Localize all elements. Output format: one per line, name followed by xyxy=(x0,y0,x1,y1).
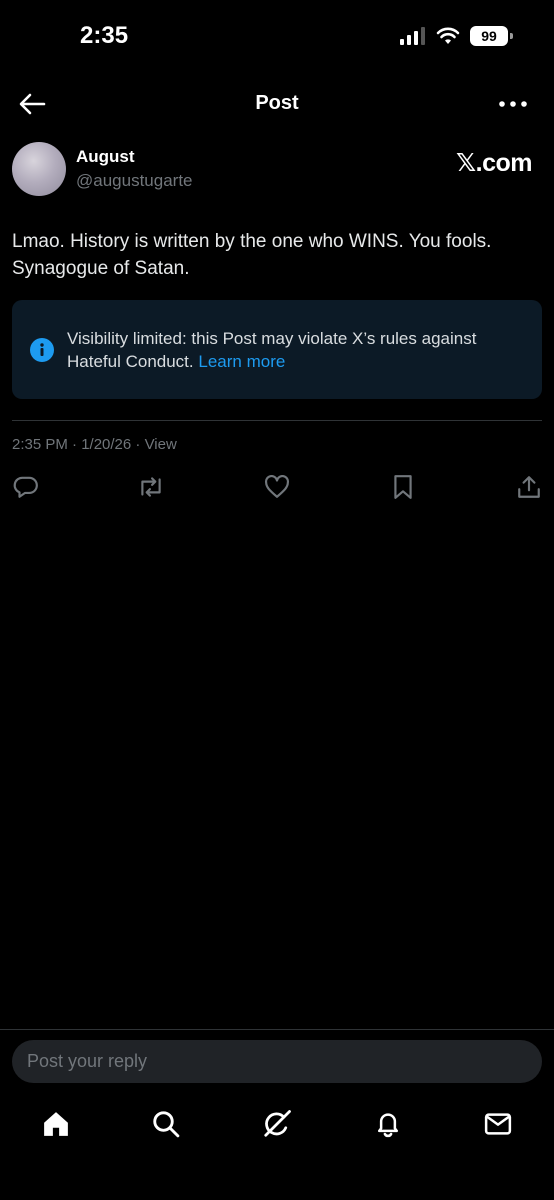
notifications-icon[interactable] xyxy=(372,1108,404,1140)
wifi-icon xyxy=(436,27,460,44)
bottom-divider xyxy=(0,1029,554,1030)
post-timestamp: 2:35 PM · 1/20/26 · View xyxy=(12,436,177,453)
divider xyxy=(12,420,542,421)
home-icon[interactable] xyxy=(40,1108,72,1140)
bookmark-icon[interactable] xyxy=(388,472,418,502)
battery-indicator: 99 xyxy=(470,26,513,46)
messages-icon[interactable] xyxy=(482,1108,514,1140)
grok-icon[interactable] xyxy=(261,1108,293,1140)
status-icons: 99 xyxy=(400,26,513,46)
share-icon[interactable] xyxy=(514,472,544,502)
author-name[interactable]: August xyxy=(76,147,135,167)
cellular-signal-icon xyxy=(400,27,425,45)
repost-icon[interactable] xyxy=(136,472,166,502)
post-text: Lmao. History is written by the one who … xyxy=(12,231,492,279)
notice-text: Visibility limited: this Post may violat… xyxy=(67,327,532,373)
status-time: 2:35 xyxy=(80,22,129,49)
learn-more-link[interactable]: Learn more xyxy=(198,352,285,371)
action-bar xyxy=(0,472,554,502)
info-icon xyxy=(30,338,54,362)
battery-level: 99 xyxy=(481,28,497,44)
avatar[interactable] xyxy=(12,142,66,196)
reply-input[interactable]: Post your reply xyxy=(12,1040,542,1083)
xcom-watermark: 𝕏.com xyxy=(456,149,533,177)
page-title: Post xyxy=(255,92,299,114)
search-icon[interactable] xyxy=(150,1108,182,1140)
like-icon[interactable] xyxy=(262,472,292,502)
author-handle[interactable]: @augustugarte xyxy=(76,171,193,191)
reply-icon[interactable] xyxy=(11,472,41,502)
more-options-icon[interactable] xyxy=(498,95,528,113)
